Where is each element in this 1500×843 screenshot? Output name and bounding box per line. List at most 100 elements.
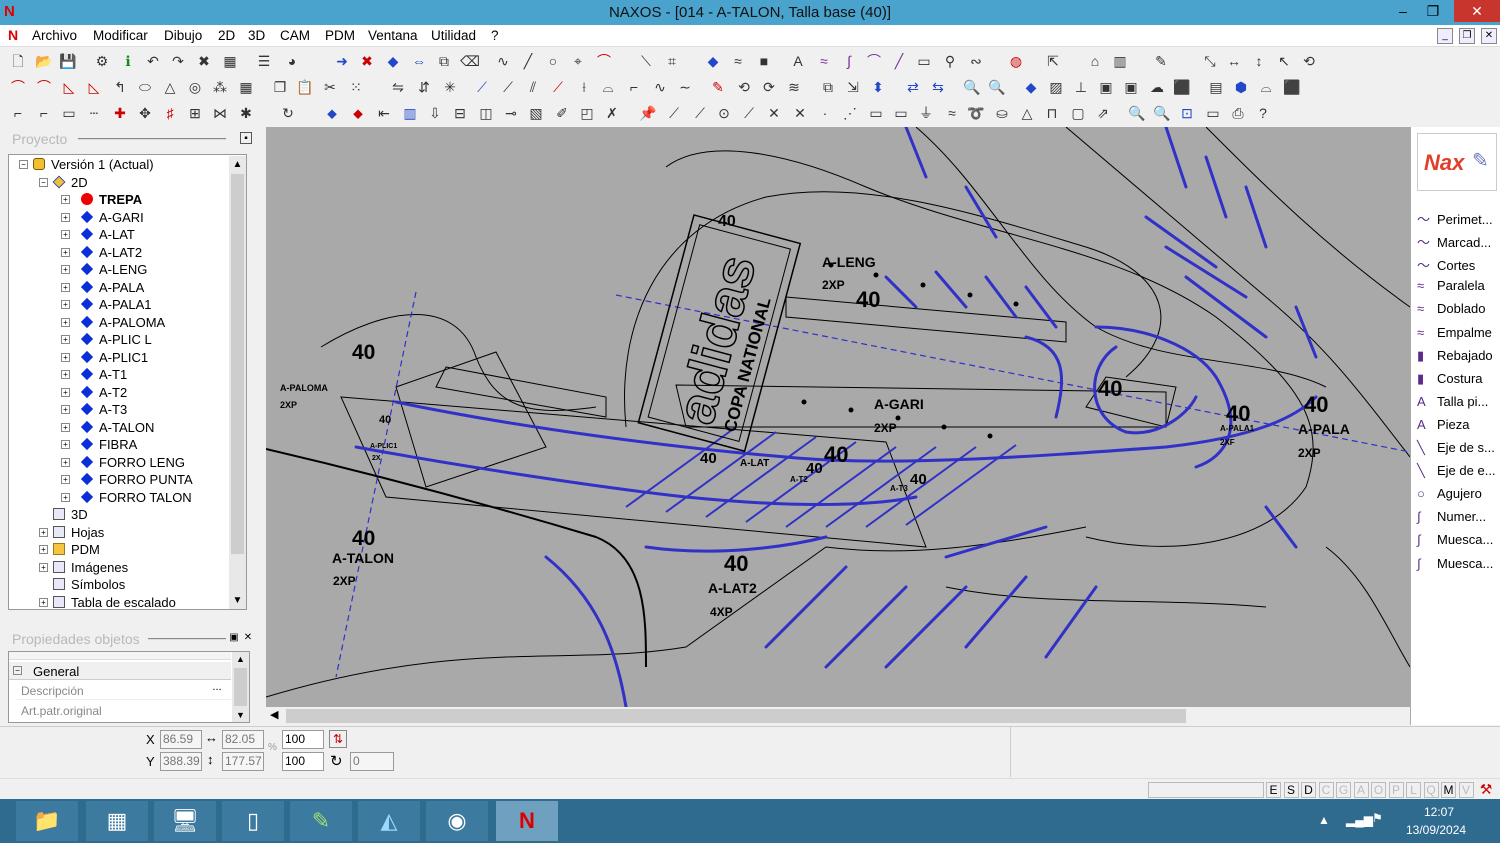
x-icon[interactable]: ✗ [602, 103, 622, 123]
status-flag-p[interactable]: P [1388, 782, 1404, 798]
zoom-in-icon[interactable]: 🔍 [962, 77, 982, 97]
eraser-icon[interactable]: ⌫ [460, 51, 480, 71]
rotation-field[interactable]: 0 [350, 752, 394, 771]
panel-close-icon[interactable]: ✕ [242, 632, 254, 644]
paste-icon[interactable]: 📋 [295, 77, 315, 97]
measure-2-icon[interactable]: ▭ [1203, 103, 1223, 123]
minimize-button[interactable]: – [1388, 0, 1418, 22]
pen-icon[interactable]: ✐ [552, 103, 572, 123]
line-icon[interactable]: ╱ [518, 51, 538, 71]
node-2-icon[interactable]: ◆ [1021, 77, 1041, 97]
image-2-icon[interactable]: ▧ [526, 103, 546, 123]
menu-help[interactable]: ? [491, 28, 499, 43]
chevron-up-icon[interactable]: ▲ [229, 156, 246, 173]
frame-3-icon[interactable]: ▢ [1068, 103, 1088, 123]
paint-icon[interactable]: ◕ [282, 51, 302, 71]
chevron-down-icon[interactable]: ▼ [232, 710, 249, 720]
panel-float-icon[interactable]: ▣ [228, 632, 240, 644]
expand-icon[interactable]: + [61, 387, 70, 397]
mirror-icon[interactable]: ⇋ [388, 77, 408, 97]
tree-item[interactable]: + Imágenes [9, 559, 229, 576]
signal-icon[interactable]: ▂▄▆ [1346, 813, 1373, 827]
pin-blue-icon[interactable]: 📌 [638, 103, 658, 123]
cross-icon[interactable]: ✕ [764, 103, 784, 123]
menu-ventana[interactable]: Ventana [368, 28, 418, 43]
down-icon[interactable]: ⇩ [425, 103, 445, 123]
copy-icon[interactable]: ⧉ [434, 51, 454, 71]
move-vertical-icon[interactable]: ⬍ [868, 77, 888, 97]
tool-item[interactable]: ╲ Eje de s... [1417, 440, 1500, 462]
mdi-minimize-icon[interactable]: _ [1437, 28, 1453, 44]
piece-export-icon[interactable]: ⇤ [374, 103, 394, 123]
canvas-hscrollbar[interactable]: ◀ [266, 707, 1410, 725]
shape-tool-icon[interactable]: ◺ [59, 77, 79, 97]
app-icon-4[interactable]: ◭ [358, 801, 420, 841]
status-flag-a[interactable]: A [1353, 782, 1369, 798]
snap-icon[interactable]: ⌗ [662, 51, 682, 71]
tool-item[interactable]: ∫ Muesca... [1417, 556, 1500, 578]
box-icon[interactable]: ⊟ [450, 103, 470, 123]
expand-icon[interactable]: + [61, 475, 70, 484]
expand-icon[interactable]: + [61, 492, 70, 502]
expand-icon[interactable]: + [39, 597, 48, 607]
sheet-icon[interactable]: ▥ [400, 103, 420, 123]
shoe-icon[interactable]: ⌓ [1256, 77, 1276, 97]
dimension-icon[interactable]: ⊥ [1071, 77, 1091, 97]
properties-icon[interactable]: ▦ [220, 51, 240, 71]
corner-tool-2-icon[interactable]: ⌐ [34, 103, 54, 123]
wave-3-icon[interactable]: ≈ [942, 103, 962, 123]
help-icon[interactable]: ? [1253, 103, 1273, 123]
expand-icon[interactable]: + [61, 405, 70, 414]
wave-2-icon[interactable]: ∼ [675, 77, 695, 97]
expand-icon[interactable]: + [61, 247, 70, 257]
tree-item[interactable]: + FIBRA [9, 436, 229, 453]
tree-item[interactable]: + A-PALA1 [9, 296, 229, 313]
layers-2-icon[interactable]: ⧉ [818, 77, 838, 97]
node-icon[interactable]: ◆ [383, 51, 403, 71]
tree-scroll-thumb[interactable] [231, 174, 244, 554]
tree-item[interactable]: + A-PALA [9, 279, 229, 296]
collapse-icon[interactable]: − [13, 666, 22, 675]
ground-icon[interactable]: ⏚ [916, 103, 936, 123]
chrome-icon[interactable]: ◉ [426, 801, 488, 841]
cut-icon[interactable]: ✂ [320, 77, 340, 97]
slope-2-icon[interactable]: ⟋ [690, 103, 710, 123]
cross-red-icon[interactable]: ✚ [110, 103, 130, 123]
tray-chevron-up-icon[interactable]: ▲ [1318, 813, 1330, 827]
hash-icon[interactable]: ♯ [160, 103, 180, 123]
crosshair-icon[interactable]: ⌖ [568, 51, 588, 71]
tool-item[interactable]: ≈ Doblado [1417, 301, 1500, 323]
tool-item[interactable]: ≈ Paralela [1417, 278, 1500, 300]
naxos-taskbar-icon[interactable]: N [496, 801, 558, 841]
tool-item[interactable]: ～ Perimet... [1417, 209, 1500, 231]
tree-item[interactable]: 3D [9, 506, 229, 523]
flip-icon[interactable]: ⇵ [414, 77, 434, 97]
star-icon[interactable]: ✱ [236, 103, 256, 123]
piece-delete-icon[interactable]: ⬥ [348, 103, 368, 123]
status-flag-m[interactable]: M [1441, 782, 1456, 798]
window-2-icon[interactable]: ▣ [1121, 77, 1141, 97]
canvas-scroll-thumb[interactable] [286, 709, 1186, 723]
panel-icon[interactable]: ◰ [577, 103, 597, 123]
tree-item[interactable]: + PDM [9, 541, 229, 558]
dotted-line-icon[interactable]: ⋰ [840, 103, 860, 123]
tree-item[interactable]: + A-PALOMA [9, 314, 229, 331]
flag-icon[interactable]: ⚑ [1372, 811, 1383, 825]
props-scrollbar[interactable]: ▲ ▼ [232, 652, 249, 722]
layers-icon[interactable]: ☰ [254, 51, 274, 71]
drawing-canvas[interactable]: adidas COPA NATIONAL 40 A-PALOMA 2XP 40 A-PL… [266, 127, 1410, 707]
tree-item[interactable]: − Versión 1 (Actual) [9, 156, 229, 173]
join-icon[interactable]: ⟋ [548, 77, 568, 97]
app-icon-1[interactable]: 🖥 [154, 801, 216, 841]
smooth-icon[interactable]: ∿ [650, 77, 670, 97]
info-icon[interactable]: ℹ [118, 51, 138, 71]
tree-scrollbar[interactable]: ▲ ▼ [229, 156, 246, 609]
tool-item[interactable]: ≈ Empalme [1417, 325, 1500, 347]
expand-icon[interactable]: + [61, 440, 70, 449]
hatch-icon[interactable]: ▨ [1046, 77, 1066, 97]
point-icon[interactable]: ◆ [703, 51, 723, 71]
status-flag-g[interactable]: G [1336, 782, 1351, 798]
calculator-icon[interactable]: ▦ [86, 801, 148, 841]
pattern-drawing[interactable]: adidas COPA NATIONAL 40 A-PALOMA 2XP 40 A-PL… [266, 127, 1410, 707]
tree-item[interactable]: + A-T2 [9, 384, 229, 401]
